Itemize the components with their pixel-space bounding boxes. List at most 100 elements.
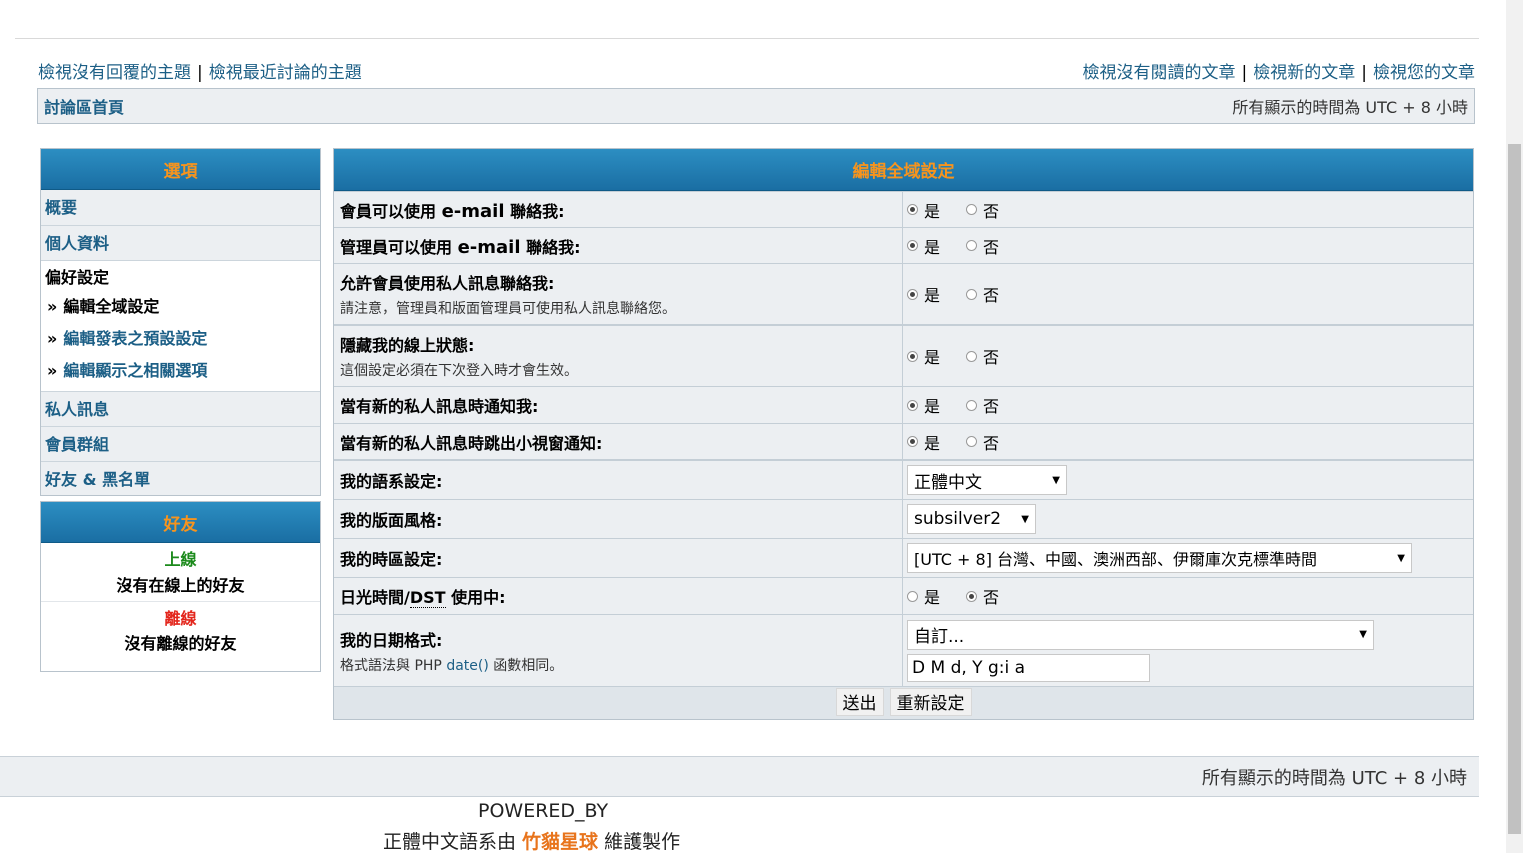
sidebar-title: 選項 (41, 149, 320, 190)
setting-row-language: 我的語系設定: 正體中文 ▼ (334, 459, 1473, 499)
setting-label: 日光時間/DST 使用中: (340, 588, 506, 608)
setting-row-date-format: 我的日期格式: 格式語法與 PHP date() 函數相同。 自訂... ▼ D … (334, 614, 1473, 686)
friends-online-text: 沒有在線上的好友 (116, 576, 245, 595)
breadcrumb-home-link[interactable]: 討論區首頁 (44, 94, 124, 118)
radio-yes-label: 是 (924, 286, 941, 305)
setting-label: 我的版面風格: (340, 511, 443, 530)
radio-yes[interactable] (907, 288, 918, 300)
sidebar-item-friends-foes[interactable]: 好友 & 黑名單 (41, 461, 320, 496)
sidebar-sub-posting-defaults[interactable]: » 編輯發表之預設設定 (45, 323, 316, 355)
scrollbar-thumb[interactable] (1508, 144, 1521, 834)
setting-label: 我的日期格式: (340, 630, 443, 650)
radio-no[interactable] (966, 288, 978, 300)
reset-button[interactable]: 重新設定 (889, 687, 972, 716)
sidebar-sub-global-settings[interactable]: » 編輯全域設定 (45, 291, 316, 323)
sidebar-bullet: » (47, 297, 58, 316)
radio-yes[interactable] (907, 350, 918, 362)
nav-right: 檢視沒有閱讀的文章 | 檢視新的文章 | 檢視您的文章 (1083, 58, 1475, 83)
powered-by: POWERED_BY (478, 800, 609, 822)
radio-no-label: 否 (983, 237, 1000, 257)
footer-timezone-note: 所有顯示的時間為 UTC + 8 小時 (1201, 767, 1467, 789)
link-active-topics[interactable]: 檢視最近討論的主題 (209, 63, 362, 83)
setting-note: 請注意，管理員和版面管理員可使用私人訊息聯絡您。 (340, 301, 676, 317)
sidebar-bullet: » (47, 361, 58, 380)
nav-separator: | (1241, 63, 1248, 83)
translation-team-link[interactable]: 竹貓星球 (522, 831, 598, 853)
radio-no[interactable] (966, 204, 978, 215)
friends-title: 好友 (41, 502, 320, 543)
setting-label: 允許會員使用私人訊息聯絡我: (340, 274, 555, 293)
sidebar-group-title[interactable]: 偏好設定 (45, 265, 316, 291)
setting-row-user-email: 會員可以使用 e-mail 聯絡我: 是 否 (334, 191, 1473, 227)
setting-row-popup-pm: 當有新的私人訊息時跳出小視窗通知: 是 否 (334, 423, 1473, 459)
setting-row-dst: 日光時間/DST 使用中: 是 否 (334, 577, 1473, 614)
sidebar-bullet: » (47, 329, 58, 348)
radio-no-label: 否 (983, 433, 1000, 453)
radio-yes[interactable] (907, 240, 918, 251)
friends-online-label: 上線 (164, 550, 197, 569)
nav-left: 檢視沒有回覆的主題 | 檢視最近討論的主題 (38, 58, 362, 83)
link-unanswered-topics[interactable]: 檢視沒有回覆的主題 (38, 63, 191, 83)
radio-yes[interactable] (907, 590, 918, 602)
sidebar-sub-label: 編輯發表之預設設定 (63, 329, 208, 348)
radio-yes-label: 是 (924, 237, 941, 257)
radio-yes-label: 是 (924, 201, 941, 221)
setting-note: 這個設定必須在下次登入時才會生效。 (340, 363, 578, 379)
chevron-down-icon: ▼ (1397, 552, 1405, 564)
radio-yes[interactable] (907, 204, 918, 215)
radio-yes[interactable] (907, 436, 918, 447)
timezone-note: 所有顯示的時間為 UTC + 8 小時 (1232, 98, 1468, 117)
setting-row-admin-email: 管理員可以使用 e-mail 聯絡我: 是 否 (334, 227, 1473, 263)
link-unread-posts[interactable]: 檢視沒有閱讀的文章 (1083, 63, 1236, 83)
setting-label: 我的語系設定: (340, 472, 443, 491)
radio-no[interactable] (966, 436, 978, 447)
date-format-input[interactable]: D M d, Y g:i a (907, 653, 1150, 682)
setting-label: 隱藏我的線上狀態: (340, 336, 475, 355)
setting-row-notify-pm: 當有新的私人訊息時通知我: 是 否 (334, 386, 1473, 423)
language-select[interactable]: 正體中文 ▼ (907, 465, 1067, 495)
footer-bar: 所有顯示的時間為 UTC + 8 小時 (0, 756, 1479, 797)
submit-button[interactable]: 送出 (835, 687, 884, 716)
radio-no-label: 否 (983, 286, 1000, 305)
radio-yes-label: 是 (924, 348, 941, 367)
setting-row-style: 我的版面風格: subsilver2 ▼ (334, 499, 1473, 538)
friends-offline-label: 離線 (41, 601, 320, 631)
setting-row-allow-pm: 允許會員使用私人訊息聯絡我: 請注意，管理員和版面管理員可使用私人訊息聯絡您。 … (334, 263, 1473, 324)
link-new-posts[interactable]: 檢視新的文章 (1253, 63, 1355, 83)
translation-credits: 正體中文語系由 竹貓星球 維護製作 (383, 831, 681, 853)
setting-row-timezone: 我的時區設定: [UTC + 8] 台灣、中國、澳洲西部、伊爾庫次克標準時間 ▼ (334, 538, 1473, 577)
timezone-select[interactable]: [UTC + 8] 台灣、中國、澳洲西部、伊爾庫次克標準時間 ▼ (907, 543, 1412, 573)
sidebar-item-private-messages[interactable]: 私人訊息 (41, 391, 320, 426)
radio-no[interactable] (966, 350, 978, 362)
chevron-down-icon: ▼ (1052, 474, 1060, 486)
nav-separator: | (1361, 63, 1367, 83)
setting-note: 格式語法與 PHP date() 函數相同。 (340, 657, 564, 674)
sidebar-group-preferences: 偏好設定 » 編輯全域設定 » 編輯發表之預設設定 » 編輯顯示之相關選項 (41, 260, 320, 391)
radio-no[interactable] (966, 590, 978, 602)
sidebar-sub-label: 編輯顯示之相關選項 (63, 361, 208, 380)
chevron-down-icon: ▼ (1359, 629, 1367, 640)
style-select[interactable]: subsilver2 ▼ (907, 504, 1036, 534)
link-your-posts[interactable]: 檢視您的文章 (1373, 63, 1475, 83)
setting-label: 管理員可以使用 e-mail 聯絡我: (340, 236, 581, 258)
sidebar-item-overview[interactable]: 概要 (41, 190, 320, 225)
radio-no[interactable] (966, 240, 978, 251)
setting-label: 當有新的私人訊息時跳出小視窗通知: (340, 433, 603, 453)
sidebar-item-profile[interactable]: 個人資料 (41, 225, 320, 260)
form-title: 編輯全域設定 (334, 149, 1473, 191)
date-format-select[interactable]: 自訂... ▼ (907, 619, 1374, 650)
php-date-link[interactable]: date() (446, 658, 489, 674)
sidebar-sub-display-options[interactable]: » 編輯顯示之相關選項 (45, 355, 316, 387)
radio-no-label: 否 (983, 348, 1000, 367)
friends-panel: 好友 上線 沒有在線上的好友 離線 沒有離線的好友 (40, 501, 321, 672)
sidebar-sub-label: 編輯全域設定 (63, 297, 160, 316)
radio-no-label: 否 (983, 397, 1000, 416)
sidebar-item-user-groups[interactable]: 會員群組 (41, 426, 320, 461)
setting-label: 當有新的私人訊息時通知我: (340, 397, 539, 416)
breadcrumb: 討論區首頁 所有顯示的時間為 UTC + 8 小時 (37, 88, 1475, 124)
radio-yes[interactable] (907, 399, 918, 411)
setting-row-hide-online: 隱藏我的線上狀態: 這個設定必須在下次登入時才會生效。 是 否 (334, 324, 1473, 386)
chevron-down-icon: ▼ (1021, 513, 1029, 525)
form-buttons: 送出 重新設定 (334, 686, 1473, 716)
radio-no[interactable] (966, 399, 978, 411)
